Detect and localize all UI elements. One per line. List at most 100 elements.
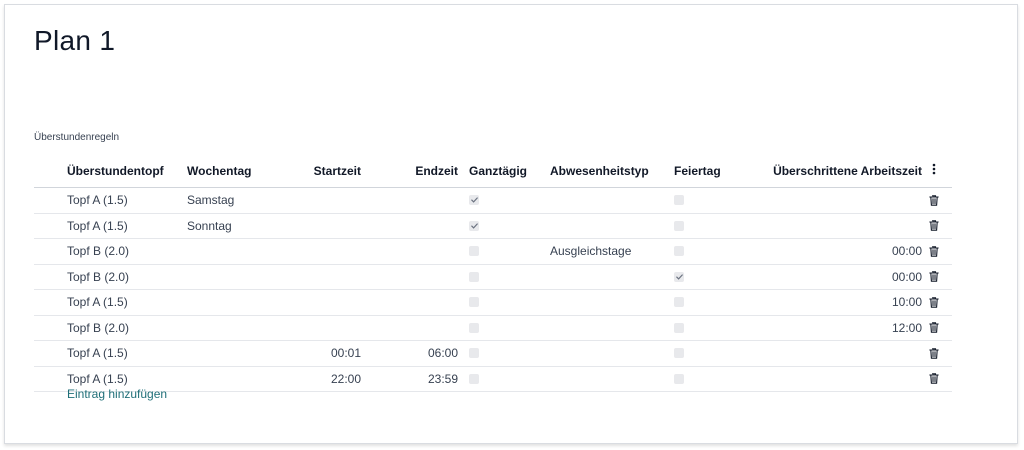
ganztaegig-checkbox[interactable] xyxy=(469,373,479,384)
cell-startzeit[interactable] xyxy=(274,188,361,213)
trash-icon[interactable] xyxy=(929,348,939,359)
cell-abwesenheitstyp[interactable] xyxy=(550,316,665,341)
kebab-menu-icon[interactable] xyxy=(932,163,936,178)
cell-wochentag[interactable]: Sonntag xyxy=(187,214,267,239)
column-header-wochentag[interactable]: Wochentag xyxy=(187,154,267,187)
feiertag-checkbox[interactable] xyxy=(674,220,684,231)
feiertag-checkbox[interactable] xyxy=(674,348,684,359)
ganztaegig-checkbox[interactable] xyxy=(469,271,479,282)
ganztaegig-checkbox[interactable] xyxy=(469,297,479,308)
cell-abwesenheitstyp[interactable]: Ausgleichstage xyxy=(550,239,665,264)
cell-abwesenheitstyp[interactable] xyxy=(550,265,665,290)
cell-ueberschritten[interactable] xyxy=(764,214,922,239)
cell-wochentag[interactable] xyxy=(187,341,267,366)
cell-startzeit[interactable] xyxy=(274,290,361,315)
overtime-rules-table: Überstundentopf Wochentag Startzeit Endz… xyxy=(34,154,952,392)
cell-endzeit[interactable] xyxy=(368,239,458,264)
cell-feiertag xyxy=(674,239,744,264)
cell-abwesenheitstyp[interactable] xyxy=(550,214,665,239)
feiertag-checkbox[interactable] xyxy=(674,246,684,257)
column-header-topf[interactable]: Überstundentopf xyxy=(67,154,182,187)
cell-endzeit[interactable] xyxy=(368,188,458,213)
cell-abwesenheitstyp[interactable] xyxy=(550,367,665,392)
cell-topf[interactable]: Topf B (2.0) xyxy=(67,316,182,341)
column-header-startzeit[interactable]: Startzeit xyxy=(274,154,361,187)
trash-icon[interactable] xyxy=(929,271,939,282)
column-options-button[interactable] xyxy=(924,154,944,187)
cell-endzeit[interactable] xyxy=(368,290,458,315)
plan-card: Plan 1 Überstundenregeln Überstundentopf… xyxy=(4,4,1018,444)
cell-wochentag[interactable] xyxy=(187,239,267,264)
table-row: Topf B (2.0) Ausgleichstage 00:00 xyxy=(34,239,952,265)
cell-topf[interactable]: Topf B (2.0) xyxy=(67,239,182,264)
cell-startzeit[interactable] xyxy=(274,214,361,239)
checkmark-icon xyxy=(470,223,478,229)
column-header-abwesenheitstyp[interactable]: Abwesenheitstyp xyxy=(550,154,665,187)
cell-topf[interactable]: Topf A (1.5) xyxy=(67,290,182,315)
table-row: Topf A (1.5) 10:00 xyxy=(34,290,952,316)
cell-startzeit[interactable]: 22:00 xyxy=(274,367,361,392)
cell-startzeit[interactable] xyxy=(274,316,361,341)
feiertag-checkbox[interactable] xyxy=(674,373,684,384)
cell-wochentag[interactable] xyxy=(187,316,267,341)
cell-wochentag[interactable] xyxy=(187,367,267,392)
trash-icon[interactable] xyxy=(929,297,939,308)
checkmark-icon xyxy=(470,197,478,204)
cell-startzeit[interactable] xyxy=(274,265,361,290)
cell-endzeit[interactable] xyxy=(368,316,458,341)
section-label: Überstundenregeln xyxy=(34,132,120,143)
cell-feiertag xyxy=(674,265,744,290)
cell-abwesenheitstyp[interactable] xyxy=(550,341,665,366)
cell-actions xyxy=(924,290,944,315)
table-row: Topf A (1.5) Sonntag xyxy=(34,214,952,239)
cell-actions xyxy=(924,316,944,341)
ganztaegig-checkbox[interactable] xyxy=(469,322,479,333)
feiertag-checkbox[interactable] xyxy=(674,195,684,206)
column-header-ganztaegig[interactable]: Ganztägig xyxy=(469,154,539,187)
table-row: Topf B (2.0) 12:00 xyxy=(34,316,952,341)
column-header-ueberschritten[interactable]: Überschrittene Arbeitszeit xyxy=(764,154,922,187)
ganztaegig-checkbox[interactable] xyxy=(469,348,479,359)
cell-ueberschritten[interactable]: 00:00 xyxy=(764,239,922,264)
cell-topf[interactable]: Topf A (1.5) xyxy=(67,341,182,366)
trash-icon[interactable] xyxy=(929,220,939,231)
column-header-feiertag[interactable]: Feiertag xyxy=(674,154,744,187)
cell-wochentag[interactable] xyxy=(187,290,267,315)
cell-ueberschritten[interactable]: 10:00 xyxy=(764,290,922,315)
cell-endzeit[interactable]: 23:59 xyxy=(368,367,458,392)
page-title: Plan 1 xyxy=(34,25,116,56)
cell-endzeit[interactable] xyxy=(368,265,458,290)
cell-topf[interactable]: Topf A (1.5) xyxy=(67,188,182,213)
cell-abwesenheitstyp[interactable] xyxy=(550,290,665,315)
cell-endzeit[interactable]: 06:00 xyxy=(368,341,458,366)
table-body: Topf A (1.5) Samstag Topf A (1.5) Sonnta… xyxy=(34,188,952,392)
ganztaegig-checkbox[interactable] xyxy=(469,220,479,231)
cell-endzeit[interactable] xyxy=(368,214,458,239)
trash-icon[interactable] xyxy=(929,322,939,333)
ganztaegig-checkbox[interactable] xyxy=(469,246,479,257)
cell-ueberschritten[interactable]: 00:00 xyxy=(764,265,922,290)
cell-ueberschritten[interactable] xyxy=(764,341,922,366)
feiertag-checkbox[interactable] xyxy=(674,297,684,308)
cell-abwesenheitstyp[interactable] xyxy=(550,188,665,213)
column-header-endzeit[interactable]: Endzeit xyxy=(368,154,458,187)
add-entry-link[interactable]: Eintrag hinzufügen xyxy=(67,387,167,401)
cell-topf[interactable]: Topf B (2.0) xyxy=(67,265,182,290)
feiertag-checkbox[interactable] xyxy=(674,322,684,333)
table-row: Topf A (1.5) 22:00 23:59 xyxy=(34,367,952,392)
cell-ueberschritten[interactable] xyxy=(764,367,922,392)
cell-ueberschritten[interactable]: 12:00 xyxy=(764,316,922,341)
trash-icon[interactable] xyxy=(929,195,939,206)
trash-icon[interactable] xyxy=(929,373,939,384)
cell-ueberschritten[interactable] xyxy=(764,188,922,213)
cell-startzeit[interactable] xyxy=(274,239,361,264)
cell-topf[interactable]: Topf A (1.5) xyxy=(67,214,182,239)
cell-wochentag[interactable] xyxy=(187,265,267,290)
cell-actions xyxy=(924,341,944,366)
ganztaegig-checkbox[interactable] xyxy=(469,195,479,206)
feiertag-checkbox[interactable] xyxy=(674,271,684,282)
cell-wochentag[interactable]: Samstag xyxy=(187,188,267,213)
trash-icon[interactable] xyxy=(929,246,939,257)
checkmark-icon xyxy=(675,274,683,280)
cell-startzeit[interactable]: 00:01 xyxy=(274,341,361,366)
